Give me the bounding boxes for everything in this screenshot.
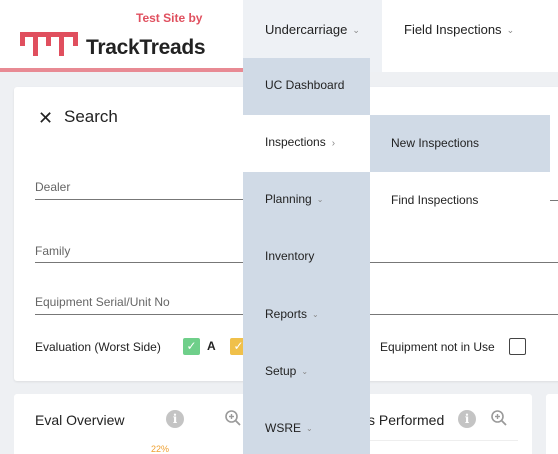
serial-field-label: Equipment Serial/Unit No xyxy=(35,295,170,309)
menu-item-reports[interactable]: Reports ⌄ xyxy=(243,287,370,344)
chevron-right-icon: › xyxy=(331,138,336,149)
submenu-item-find-inspections[interactable]: Find Inspections xyxy=(370,172,550,229)
grade-a-checkbox[interactable]: ✓ xyxy=(183,338,200,355)
family-field-label: Family xyxy=(35,244,71,258)
evaluation-label: Evaluation (Worst Side) xyxy=(35,340,161,354)
brand-logo[interactable]: Test Site by TrackTreads xyxy=(0,0,243,72)
not-in-use-checkbox[interactable] xyxy=(509,338,526,355)
divider xyxy=(550,200,558,201)
chart-percent-label: 22% xyxy=(151,444,170,454)
chevron-down-icon: ⌄ xyxy=(312,310,319,319)
menu-item-label: WSRE xyxy=(265,421,301,435)
nav-undercarriage-label: Undercarriage xyxy=(265,22,348,37)
performed-title: s Performed xyxy=(368,412,445,428)
menu-item-label: Setup xyxy=(265,364,297,378)
zoom-in-icon[interactable] xyxy=(490,409,508,427)
chevron-down-icon: ⌄ xyxy=(316,195,324,204)
tracktreads-logo-icon xyxy=(20,32,78,60)
close-icon[interactable]: ✕ xyxy=(38,108,53,129)
chevron-down-icon: ⌄ xyxy=(301,367,309,376)
logo-wordmark: TrackTreads xyxy=(86,36,206,59)
menu-item-label: Inspections xyxy=(265,135,326,149)
nav-field-inspections[interactable]: Field Inspections ⌄ xyxy=(382,0,558,72)
menu-item-planning[interactable]: Planning ⌄ xyxy=(243,172,370,229)
inspections-submenu: New Inspections Find Inspections xyxy=(370,115,558,229)
chevron-down-icon: ⌄ xyxy=(306,424,313,433)
next-card xyxy=(546,394,558,454)
menu-item-label: Planning xyxy=(265,192,312,206)
eval-overview-title: Eval Overview xyxy=(35,412,125,428)
test-site-label: Test Site by xyxy=(136,11,203,25)
menu-item-wsre[interactable]: WSRE ⌄ xyxy=(243,401,370,454)
search-title: Search xyxy=(64,107,118,126)
dealer-field[interactable] xyxy=(35,199,243,200)
menu-item-setup[interactable]: Setup ⌄ xyxy=(243,344,370,401)
menu-item-uc-dashboard[interactable]: UC Dashboard xyxy=(243,58,370,115)
menu-item-label: Inventory xyxy=(265,249,315,263)
undercarriage-dropdown-menu: UC Dashboard Inspections › Planning ⌄ Inve… xyxy=(243,58,370,454)
dealer-field-label: Dealer xyxy=(35,180,71,194)
not-in-use-label: Equipment not in Use xyxy=(380,340,495,354)
info-icon[interactable]: i xyxy=(166,410,184,428)
submenu-item-label: New Inspections xyxy=(391,136,480,150)
info-icon[interactable]: i xyxy=(458,410,476,428)
menu-item-inspections[interactable]: Inspections › xyxy=(243,115,370,172)
menu-item-label: Reports xyxy=(265,307,308,321)
chevron-down-icon: ⌄ xyxy=(506,25,515,35)
nav-field-inspections-label: Field Inspections xyxy=(404,22,502,37)
submenu-item-new-inspections[interactable]: New Inspections xyxy=(370,115,550,172)
submenu-item-label: Find Inspections xyxy=(391,193,479,207)
menu-item-inventory[interactable]: Inventory xyxy=(243,229,370,286)
chevron-down-icon: ⌄ xyxy=(352,25,360,35)
grade-a-label: A xyxy=(207,339,216,353)
zoom-in-icon[interactable] xyxy=(224,409,242,427)
menu-item-label: UC Dashboard xyxy=(265,78,345,92)
